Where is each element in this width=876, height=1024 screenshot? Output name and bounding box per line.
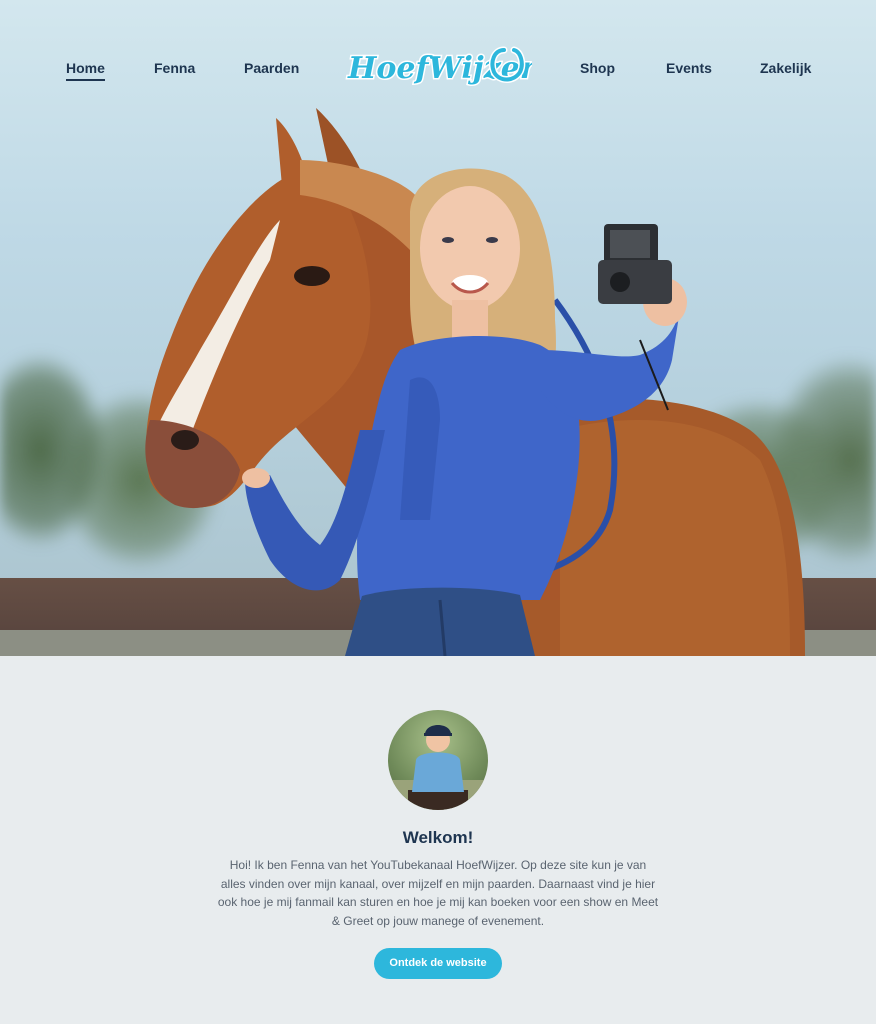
nav-paarden[interactable]: Paarden — [244, 60, 299, 76]
nav-shop[interactable]: Shop — [580, 60, 615, 76]
hoefwijzer-logo[interactable]: HoefWijzer — [344, 38, 539, 98]
nav-home[interactable]: Home — [66, 60, 105, 81]
welcome-section: Welkom! Hoi! Ik ben Fenna van het YouTub… — [0, 656, 876, 1024]
nav-zakelijk[interactable]: Zakelijk — [760, 60, 811, 76]
welcome-title: Welkom! — [402, 828, 474, 847]
main-nav: Home Fenna Paarden HoefWijzer Shop Event… — [0, 36, 876, 100]
discover-website-button[interactable]: Ontdek de website — [374, 948, 502, 979]
nav-events[interactable]: Events — [666, 60, 712, 76]
nav-fenna[interactable]: Fenna — [154, 60, 195, 76]
avatar — [388, 710, 488, 810]
welcome-text: Hoi! Ik ben Fenna van het YouTubekanaal … — [217, 858, 659, 928]
